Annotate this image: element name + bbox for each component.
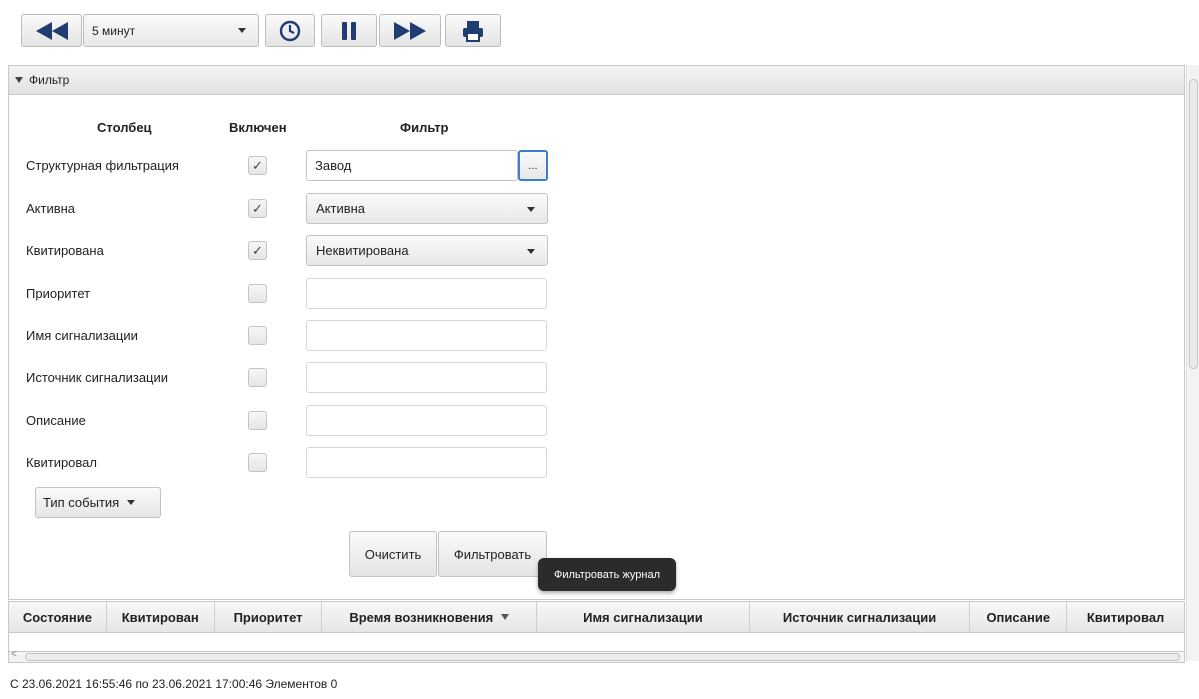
active-select[interactable]: Активна [306, 193, 548, 224]
filter-pane: Фильтр [8, 65, 1185, 600]
table-header: Состояние Квитирован Приоритет Время воз… [8, 601, 1185, 633]
row-label-structural: Структурная фильтрация [26, 158, 179, 173]
printer-icon [463, 20, 483, 42]
status-line: С 23.06.2021 16:55:46 по 23.06.2021 17:0… [10, 677, 338, 691]
row-label-acknowledged: Квитирована [26, 243, 104, 258]
event-type-label: Тип события [43, 495, 120, 510]
filter-button[interactable]: Фильтровать [438, 531, 547, 577]
column-description[interactable]: Описание [970, 602, 1068, 632]
interval-select[interactable]: 5 минут [83, 14, 259, 47]
row-label-alarm-source: Источник сигнализации [26, 370, 169, 385]
column-priority[interactable]: Приоритет [215, 602, 323, 632]
chevron-down-icon [527, 207, 535, 212]
browse-button[interactable]: ... [518, 150, 548, 181]
print-button[interactable] [445, 14, 501, 47]
checkbox-structural[interactable]: ✓ [248, 156, 267, 175]
checkmark-icon: ✓ [252, 242, 263, 258]
column-header-enabled: Включен [229, 120, 287, 135]
horizontal-scrollbar[interactable]: < [8, 649, 1185, 663]
checkbox-acknowledged-by[interactable] [248, 453, 267, 472]
row-label-description: Описание [26, 413, 86, 428]
row-label-active: Активна [26, 201, 76, 216]
pause-icon [342, 21, 356, 40]
description-field[interactable] [306, 405, 547, 436]
column-time-label: Время возникновения [349, 609, 494, 625]
collapse-triangle-icon [15, 77, 23, 83]
acknowledged-by-field[interactable] [306, 447, 547, 478]
row-label-acknowledged-by: Квитировал [26, 455, 97, 470]
checkbox-acknowledged[interactable]: ✓ [248, 241, 267, 260]
checkmark-icon: ✓ [252, 200, 263, 216]
scroll-left-icon[interactable]: < [11, 649, 17, 660]
clock-button[interactable] [265, 14, 315, 47]
alarm-source-field[interactable] [306, 362, 547, 393]
toolbar: 5 минут [0, 0, 1199, 56]
priority-field[interactable] [306, 278, 547, 309]
chevron-down-icon [238, 28, 246, 33]
acknowledged-select-value: Неквитирована [316, 243, 409, 258]
sort-descending-icon [501, 614, 510, 620]
alarm-name-field[interactable] [306, 320, 547, 351]
column-acknowledged-by[interactable]: Квитировал [1067, 602, 1184, 632]
checkmark-icon: ✓ [252, 157, 263, 173]
clear-button[interactable]: Очистить [349, 531, 437, 577]
column-time[interactable]: Время возникновения [322, 602, 538, 632]
structural-filter-value: Завод [315, 158, 352, 173]
row-label-alarm-name: Имя сигнализации [26, 328, 138, 343]
filter-tooltip: Фильтровать журнал [538, 558, 676, 591]
column-alarm-source[interactable]: Источник сигнализации [750, 602, 971, 632]
checkbox-description[interactable] [248, 411, 267, 430]
fast-forward-icon [394, 21, 426, 40]
column-alarm-name[interactable]: Имя сигнализации [537, 602, 750, 632]
chevron-down-icon [127, 500, 136, 505]
rewind-icon [35, 21, 68, 40]
horizontal-scrollbar-thumb[interactable] [25, 653, 1180, 661]
column-state[interactable]: Состояние [9, 602, 107, 632]
table-body [8, 633, 1185, 651]
rewind-button[interactable] [21, 14, 82, 47]
interval-value: 5 минут [92, 23, 136, 38]
event-type-menu-button[interactable]: Тип события [35, 487, 161, 518]
clock-icon [279, 20, 301, 41]
row-label-priority: Приоритет [26, 286, 91, 301]
vertical-scrollbar-thumb[interactable] [1189, 79, 1198, 369]
checkbox-alarm-name[interactable] [248, 326, 267, 345]
column-header-column: Столбец [97, 120, 152, 135]
acknowledged-select[interactable]: Неквитирована [306, 235, 548, 266]
column-header-filter: Фильтр [400, 120, 449, 135]
checkbox-alarm-source[interactable] [248, 368, 267, 387]
checkbox-active[interactable]: ✓ [248, 199, 267, 218]
column-acknowledged[interactable]: Квитирован [107, 602, 215, 632]
vertical-scrollbar[interactable] [1186, 65, 1199, 661]
chevron-down-icon [527, 249, 535, 254]
active-select-value: Активна [316, 201, 366, 216]
filter-pane-title: Фильтр [29, 73, 70, 87]
fast-forward-button[interactable] [379, 14, 441, 47]
structural-filter-field[interactable]: Завод [306, 150, 518, 181]
pause-button[interactable] [321, 14, 377, 47]
filter-pane-header[interactable]: Фильтр [9, 66, 1184, 95]
checkbox-priority[interactable] [248, 284, 267, 303]
